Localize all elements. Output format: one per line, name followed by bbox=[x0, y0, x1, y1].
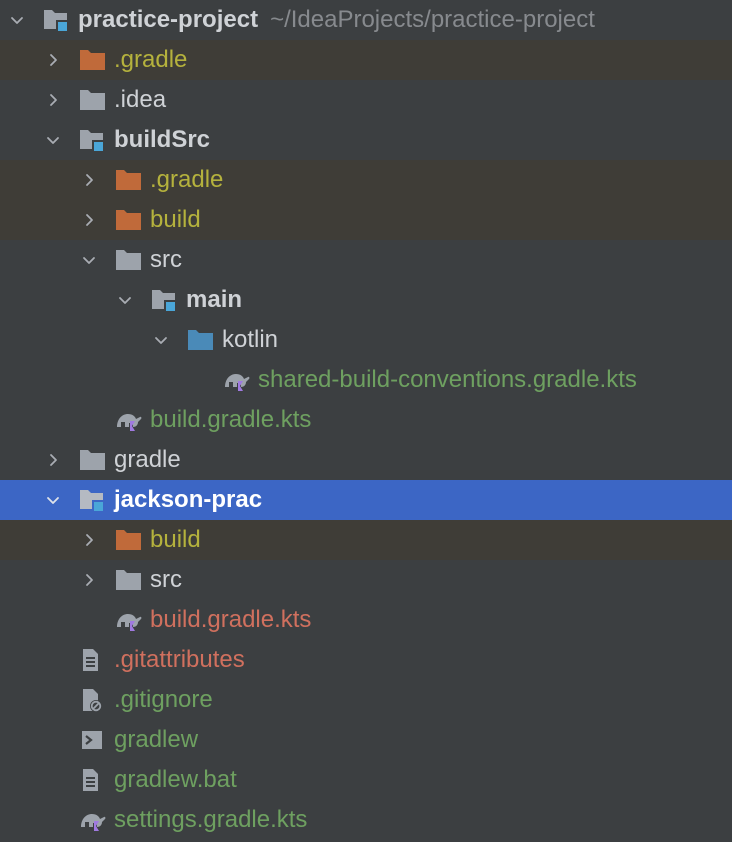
tree-node-label: .gradle bbox=[114, 46, 188, 73]
tree-node-buildsrc-build[interactable]: build bbox=[0, 200, 732, 240]
gradle-kotlin-script-icon bbox=[114, 407, 144, 433]
chevron-right-icon[interactable] bbox=[78, 569, 100, 591]
tree-node-label: kotlin bbox=[222, 326, 279, 353]
tree-node-jackson-prac-build[interactable]: build bbox=[0, 520, 732, 560]
source-root-folder-icon bbox=[186, 327, 216, 353]
tree-node-label: .gitattributes bbox=[114, 646, 245, 673]
module-folder-icon bbox=[78, 487, 108, 513]
excluded-folder-icon bbox=[78, 47, 108, 73]
module-folder-icon bbox=[42, 7, 72, 33]
folder-icon bbox=[114, 247, 144, 273]
tree-node-label: .idea bbox=[114, 86, 167, 113]
tree-node-settings-gradle-kts[interactable]: settings.gradle.kts bbox=[0, 800, 732, 840]
tree-node-jackson-prac-src[interactable]: src bbox=[0, 560, 732, 600]
chevron-down-icon[interactable] bbox=[6, 9, 28, 31]
tree-node-gitattributes[interactable]: .gitattributes bbox=[0, 640, 732, 680]
ignore-file-icon bbox=[78, 687, 108, 713]
chevron-down-icon[interactable] bbox=[114, 289, 136, 311]
tree-node-label: jackson-prac bbox=[114, 486, 263, 513]
chevron-right-icon[interactable] bbox=[42, 449, 64, 471]
folder-icon bbox=[78, 447, 108, 473]
tree-node-practice-project[interactable]: practice-project ~/IdeaProjects/practice… bbox=[0, 0, 732, 40]
tree-node-shared-build-conventions[interactable]: shared-build-conventions.gradle.kts bbox=[0, 360, 732, 400]
tree-node-gitignore[interactable]: .gitignore bbox=[0, 680, 732, 720]
chevron-right-icon[interactable] bbox=[78, 169, 100, 191]
tree-node-label: build.gradle.kts bbox=[150, 406, 312, 433]
gradle-kotlin-script-icon bbox=[114, 607, 144, 633]
tree-node-label: build bbox=[150, 206, 201, 233]
tree-node-gradlew[interactable]: gradlew bbox=[0, 720, 732, 760]
tree-node-label: build bbox=[150, 526, 201, 553]
tree-node-gradle[interactable]: gradle bbox=[0, 440, 732, 480]
tree-node-jackson-prac-build-gradle-kts[interactable]: build.gradle.kts bbox=[0, 600, 732, 640]
tree-node-label: build.gradle.kts bbox=[150, 606, 312, 633]
text-file-icon bbox=[78, 767, 108, 793]
tree-node-jackson-prac[interactable]: jackson-prac bbox=[0, 480, 732, 520]
chevron-right-icon[interactable] bbox=[42, 89, 64, 111]
folder-icon bbox=[78, 87, 108, 113]
project-tree: practice-project ~/IdeaProjects/practice… bbox=[0, 0, 732, 842]
tree-node-buildsrc-build-gradle-kts[interactable]: build.gradle.kts bbox=[0, 400, 732, 440]
root-project-name: practice-project bbox=[78, 6, 259, 33]
excluded-folder-icon bbox=[114, 167, 144, 193]
tree-node-label: gradlew bbox=[114, 726, 199, 753]
chevron-down-icon[interactable] bbox=[42, 489, 64, 511]
chevron-right-icon[interactable] bbox=[42, 49, 64, 71]
tree-node-label: src bbox=[150, 566, 182, 593]
tree-node-buildsrc-src[interactable]: src bbox=[0, 240, 732, 280]
folder-icon bbox=[114, 567, 144, 593]
excluded-folder-icon bbox=[114, 207, 144, 233]
tree-node-gradlew-bat[interactable]: gradlew.bat bbox=[0, 760, 732, 800]
gradle-kotlin-script-icon bbox=[222, 367, 252, 393]
gradle-kotlin-script-icon bbox=[78, 807, 108, 833]
tree-node-label: .gitignore bbox=[114, 686, 213, 713]
module-folder-icon bbox=[78, 127, 108, 153]
chevron-right-icon[interactable] bbox=[78, 209, 100, 231]
tree-node-main[interactable]: main bbox=[0, 280, 732, 320]
tree-node-label: gradle bbox=[114, 446, 181, 473]
chevron-down-icon[interactable] bbox=[78, 249, 100, 271]
tree-node-label: main bbox=[186, 286, 243, 313]
text-file-icon bbox=[78, 647, 108, 673]
tree-node-dot-idea[interactable]: .idea bbox=[0, 80, 732, 120]
excluded-folder-icon bbox=[114, 527, 144, 553]
tree-node-label: gradlew.bat bbox=[114, 766, 237, 793]
tree-node-label: .gradle bbox=[150, 166, 224, 193]
tree-node-dot-gradle[interactable]: .gradle bbox=[0, 40, 732, 80]
shell-script-icon bbox=[78, 727, 108, 753]
chevron-right-icon[interactable] bbox=[78, 529, 100, 551]
tree-node-buildsrc-dot-gradle[interactable]: .gradle bbox=[0, 160, 732, 200]
tree-node-kotlin[interactable]: kotlin bbox=[0, 320, 732, 360]
tree-node-label: src bbox=[150, 246, 182, 273]
tree-node-buildsrc[interactable]: buildSrc bbox=[0, 120, 732, 160]
tree-node-label: settings.gradle.kts bbox=[114, 806, 308, 833]
chevron-down-icon[interactable] bbox=[42, 129, 64, 151]
module-folder-icon bbox=[150, 287, 180, 313]
tree-node-label: buildSrc bbox=[114, 126, 211, 153]
root-project-path: ~/IdeaProjects/practice-project bbox=[270, 6, 595, 33]
tree-node-label: shared-build-conventions.gradle.kts bbox=[258, 366, 637, 393]
chevron-down-icon[interactable] bbox=[150, 329, 172, 351]
